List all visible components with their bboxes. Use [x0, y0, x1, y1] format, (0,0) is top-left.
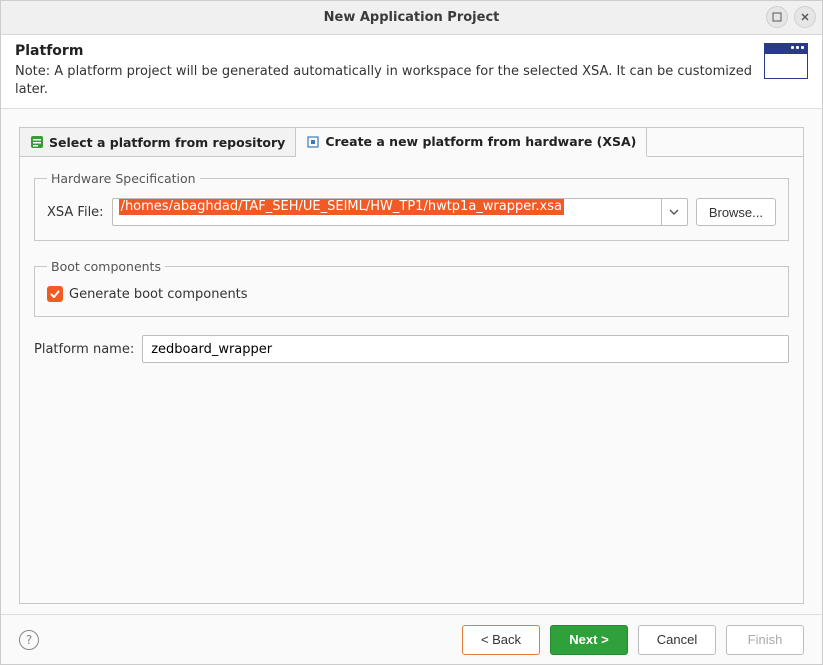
platform-name-label: Platform name: — [34, 342, 134, 357]
chevron-down-icon[interactable] — [661, 199, 687, 225]
group-legend: Boot components — [47, 259, 165, 274]
tab-create-from-xsa[interactable]: Create a new platform from hardware (XSA… — [296, 128, 647, 157]
page-note: Note: A platform project will be generat… — [15, 63, 754, 98]
wizard-header: Platform Note: A platform project will b… — [1, 35, 822, 109]
wizard-banner-icon — [764, 43, 808, 79]
xsa-file-input[interactable]: /homes/abaghdad/TAF_SEH/UE_SEIML/HW_TP1/… — [113, 199, 661, 225]
generate-boot-label: Generate boot components — [69, 287, 248, 302]
xsa-file-combo[interactable]: /homes/abaghdad/TAF_SEH/UE_SEIML/HW_TP1/… — [112, 198, 688, 226]
finish-button: Finish — [726, 625, 804, 655]
hardware-spec-group: Hardware Specification XSA File: /homes/… — [34, 171, 789, 241]
tab-label: Create a new platform from hardware (XSA… — [325, 134, 636, 149]
close-icon[interactable] — [794, 6, 816, 28]
repository-icon — [30, 135, 44, 149]
browse-button[interactable]: Browse... — [696, 198, 776, 226]
boot-components-group: Boot components Generate boot components — [34, 259, 789, 317]
window-title: New Application Project — [324, 10, 500, 25]
tab-select-repository[interactable]: Select a platform from repository — [20, 128, 296, 156]
platform-tabs: Select a platform from repository Create… — [20, 128, 803, 157]
titlebar-controls — [766, 6, 816, 28]
next-button[interactable]: Next > — [550, 625, 628, 655]
back-button[interactable]: < Back — [462, 625, 540, 655]
minimize-icon[interactable] — [766, 6, 788, 28]
wizard-footer: ? < Back Next > Cancel Finish — [1, 614, 822, 664]
generate-boot-checkbox[interactable] — [47, 286, 63, 302]
group-legend: Hardware Specification — [47, 171, 200, 186]
wizard-body: Select a platform from repository Create… — [1, 109, 822, 614]
page-title: Platform — [15, 43, 754, 59]
xsa-file-label: XSA File: — [47, 205, 104, 220]
platform-card: Select a platform from repository Create… — [19, 127, 804, 604]
dialog-window: New Application Project Platform Note: A… — [0, 0, 823, 665]
tab-content: Hardware Specification XSA File: /homes/… — [20, 157, 803, 603]
help-icon[interactable]: ? — [19, 630, 39, 650]
platform-name-input[interactable] — [142, 335, 789, 363]
cancel-button[interactable]: Cancel — [638, 625, 716, 655]
tab-label: Select a platform from repository — [49, 135, 285, 150]
titlebar: New Application Project — [1, 1, 822, 35]
hardware-icon — [306, 135, 320, 149]
